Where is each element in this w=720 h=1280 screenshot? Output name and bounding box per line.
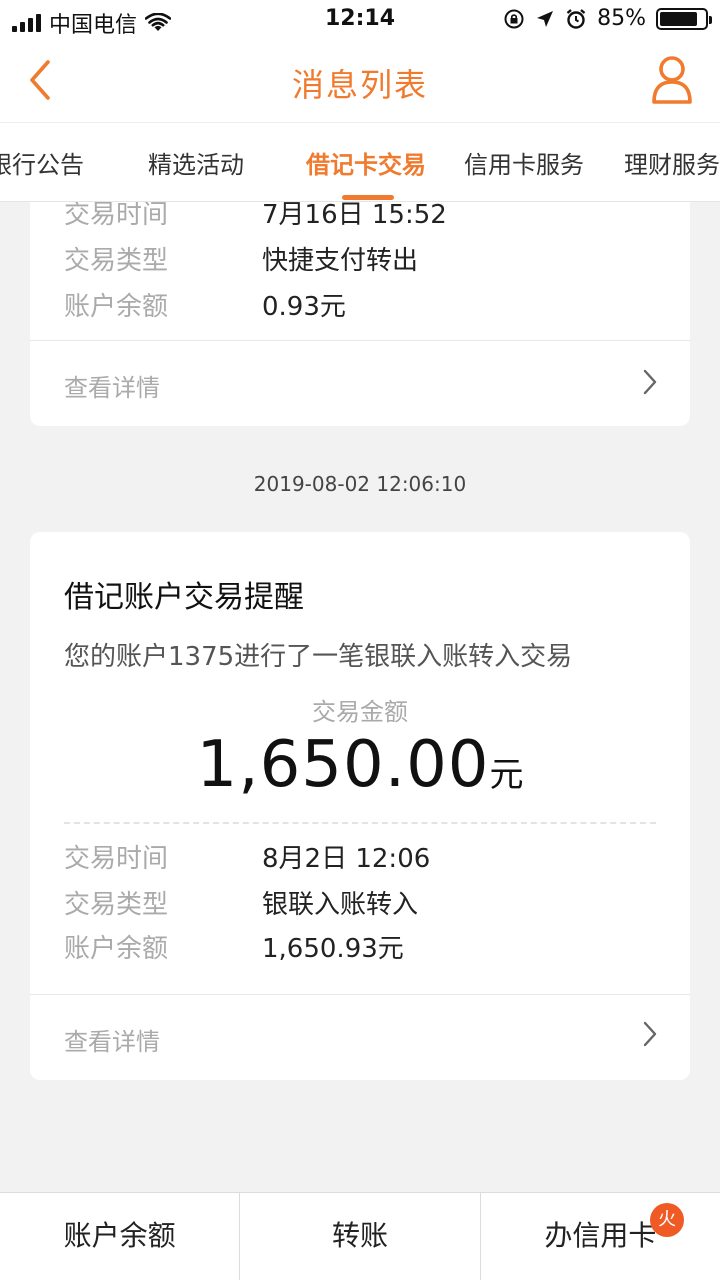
detail-row-type: 交易类型 快捷支付转出 (64, 240, 418, 277)
transaction-amount: 1,650.00元 (30, 728, 690, 802)
battery-percent: 85% (597, 6, 646, 31)
tab-bank-notice[interactable]: 银行公告 (0, 145, 84, 180)
page-title: 消息列表 (291, 66, 428, 104)
row-label: 交易类型 (64, 890, 169, 920)
apply-credit-card-label: 办信用卡 (544, 1219, 657, 1252)
battery-level (660, 11, 698, 26)
row-value: 快捷支付转出 (262, 246, 419, 276)
tab-wealth-service[interactable]: 理财服务 (624, 145, 720, 180)
detail-row-type: 交易类型 银联入账转入 (64, 884, 418, 921)
dashed-divider (64, 822, 656, 824)
view-details-link[interactable]: 查看详情 (64, 368, 160, 403)
card-divider (30, 994, 690, 995)
apply-credit-card-button[interactable]: 办信用卡 火 (481, 1193, 720, 1280)
status-bar: 中国电信 12:14 85% (0, 0, 720, 40)
alarm-icon (566, 8, 586, 29)
account-balance-button[interactable]: 账户余额 (0, 1193, 241, 1280)
detail-row-time: 交易时间 8月2日 12:06 (64, 838, 430, 875)
card-divider (30, 340, 690, 341)
row-value: 0.93元 (262, 292, 346, 322)
view-details-link[interactable]: 查看详情 (64, 1022, 160, 1057)
tab-featured-activity[interactable]: 精选活动 (148, 145, 244, 180)
card-title: 借记账户交易提醒 (64, 580, 304, 615)
row-label: 账户余额 (64, 934, 169, 964)
row-value: 8月2日 12:06 (262, 844, 431, 874)
battery-icon (656, 7, 712, 30)
message-timestamp: 2019-08-02 12:06:10 (253, 472, 467, 496)
message-card: 借记账户交易提醒 您的账户1375进行了一笔银联入账转入交易 交易金额 1,65… (30, 532, 690, 1080)
hot-badge: 火 (649, 1203, 684, 1237)
tab-credit-card-service[interactable]: 信用卡服务 (464, 145, 584, 180)
chevron-right-icon[interactable] (640, 1020, 660, 1048)
message-card: 交易时间 7月16日 15:52 交易类型 快捷支付转出 账户余额 0.93元 查看详… (30, 202, 690, 426)
detail-row-time: 交易时间 7月16日 15:52 (64, 202, 447, 231)
bottom-action-bar: 账户余额 转账 办信用卡 火 (0, 1192, 720, 1280)
row-value: 银联入账转入 (262, 890, 419, 920)
detail-row-balance: 账户余额 0.93元 (64, 286, 346, 323)
row-label: 交易时间 (64, 202, 169, 230)
card-description: 您的账户1375进行了一笔银联入账转入交易 (64, 642, 573, 672)
nav-bar: 消息列表 (0, 40, 720, 122)
message-list[interactable]: 交易时间 7月16日 15:52 交易类型 快捷支付转出 账户余额 0.93元 查看详… (0, 202, 720, 1192)
row-value: 7月16日 15:52 (262, 202, 447, 230)
row-label: 交易类型 (64, 246, 169, 276)
user-icon[interactable] (650, 54, 694, 106)
amount-label: 交易金额 (312, 698, 408, 726)
status-right: 85% (503, 6, 712, 31)
category-tabs: 银行公告 精选活动 借记卡交易 信用卡服务 理财服务 (0, 122, 720, 202)
row-value: 1,650.93元 (262, 934, 404, 964)
tab-debit-card-transactions[interactable]: 借记卡交易 (306, 145, 426, 180)
location-icon (537, 10, 554, 27)
amount-unit: 元 (489, 755, 524, 795)
transfer-button[interactable]: 转账 (240, 1193, 481, 1280)
active-tab-indicator (342, 195, 394, 200)
row-label: 账户余额 (64, 292, 169, 322)
chevron-right-icon[interactable] (640, 368, 660, 396)
rotation-lock-icon (504, 9, 524, 28)
amount-value: 1,650.00 (196, 728, 490, 802)
row-label: 交易时间 (64, 844, 169, 874)
detail-row-balance: 账户余额 1,650.93元 (64, 928, 404, 965)
